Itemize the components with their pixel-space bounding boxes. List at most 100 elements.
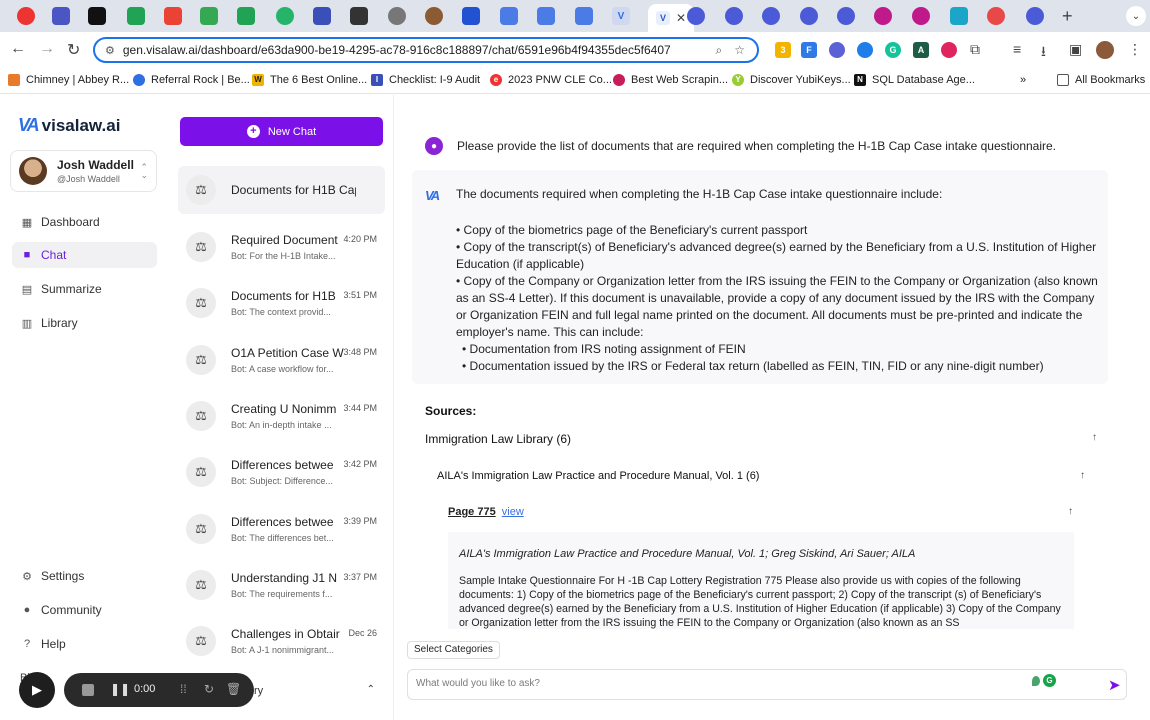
chat-list-item[interactable]: ⚖ Challenges in Obtair Dec 26 Bot: A J-1… (178, 617, 385, 665)
arrow-up-icon[interactable]: ↑ (1068, 506, 1073, 517)
send-icon[interactable]: ➤ (1108, 676, 1121, 694)
close-tab-icon[interactable]: ✕ (676, 11, 686, 25)
tab-favicon[interactable] (425, 7, 443, 25)
chat-list-item[interactable]: ⚖ Required Document 4:20 PM Bot: For the… (178, 223, 385, 271)
tab-favicon[interactable] (17, 7, 35, 25)
back-icon[interactable]: ← (10, 40, 26, 58)
profile-avatar-icon[interactable] (1096, 41, 1114, 59)
tab-favicon[interactable] (127, 7, 145, 25)
side-panel-icon[interactable]: ▣ (1069, 41, 1082, 58)
chat-list-item[interactable]: ⚖ Documents for H1B Cap (178, 166, 385, 214)
bookmark-item[interactable]: Best Web Scrapin... (613, 74, 728, 86)
tab-favicon[interactable] (462, 7, 480, 25)
tab-favicon[interactable] (950, 7, 968, 25)
view-source-link[interactable]: view (502, 506, 524, 518)
tab-favicon[interactable] (874, 7, 892, 25)
tab-favicon[interactable] (200, 7, 218, 25)
new-chat-button[interactable]: + New Chat (180, 117, 383, 146)
extension-icon[interactable]: 3 (775, 42, 791, 58)
gavel-icon: ⚖ (186, 401, 216, 431)
chat-list-item[interactable]: ⚖ Differences betwee 3:42 PM Bot: Subjec… (178, 448, 385, 496)
tab-favicon[interactable] (837, 7, 855, 25)
visalaw-logo[interactable]: VA visalaw.ai (18, 115, 120, 136)
url-text: gen.visalaw.ai/dashboard/e63da900-be19-4… (122, 43, 671, 57)
arrow-up-icon[interactable]: ↑ (1092, 432, 1097, 443)
tab-favicon[interactable] (687, 7, 705, 25)
download-icon[interactable]: ⭳ (1041, 41, 1046, 65)
nav-dashboard[interactable]: ▦ Dashboard (12, 209, 157, 235)
tab-favicon[interactable] (762, 7, 780, 25)
drag-handle-icon[interactable]: ⁞⁞ (180, 682, 187, 696)
bookmark-item[interactable]: Y Discover YubiKeys... (732, 74, 851, 86)
source-library-accordion[interactable]: Immigration Law Library (6) ↑ (425, 432, 1097, 446)
bookmark-item[interactable]: W The 6 Best Online... (252, 74, 367, 86)
tab-search-icon[interactable]: ⌄ (1126, 6, 1146, 26)
extension-icon[interactable] (941, 42, 957, 58)
media-controls-icon[interactable]: ≡ (1013, 41, 1021, 57)
tab-favicon[interactable] (388, 7, 406, 25)
arrow-up-icon[interactable]: ↑ (1080, 470, 1085, 481)
chat-input[interactable] (416, 678, 1016, 689)
tab-favicon[interactable] (237, 7, 255, 25)
nav-chat[interactable]: ■ Chat (12, 242, 157, 268)
chat-list-item[interactable]: ⚖ O1A Petition Case W 3:48 PM Bot: A cas… (178, 336, 385, 384)
stop-record-icon[interactable] (82, 684, 94, 696)
extension-icon[interactable]: F (801, 42, 817, 58)
grammarly-icon[interactable]: G (885, 42, 901, 58)
extension-icon[interactable]: A (913, 42, 929, 58)
camera-icon[interactable]: ▶ (19, 672, 55, 708)
tab-favicon[interactable] (88, 7, 106, 25)
tab-favicon[interactable] (725, 7, 743, 25)
bookmark-item[interactable]: Referral Rock | Be... (133, 74, 250, 86)
source-page-accordion[interactable]: Page 775 view ↑ (448, 506, 1073, 518)
source-book-accordion[interactable]: AILA's Immigration Law Practice and Proc… (437, 470, 1085, 482)
user-switcher[interactable]: Josh Waddell @Josh Waddell ⌃ ⌄ (10, 150, 157, 192)
pause-icon[interactable]: ❚❚ (110, 682, 130, 696)
reload-icon[interactable]: ↻ (67, 40, 80, 60)
chat-list-item[interactable]: ⚖ Documents for H1B 3:51 PM Bot: The con… (178, 279, 385, 327)
tab-favicon[interactable] (52, 7, 70, 25)
tab-favicon[interactable] (987, 7, 1005, 25)
chat-input-container[interactable]: G ➤ (407, 669, 1127, 700)
nav-settings[interactable]: ⚙ Settings (12, 563, 157, 589)
tab-favicon[interactable] (313, 7, 331, 25)
tab-favicon[interactable]: V (612, 7, 630, 25)
tab-favicon[interactable] (276, 7, 294, 25)
location-pin-icon[interactable] (1032, 676, 1040, 686)
new-tab-icon[interactable]: + (1062, 6, 1073, 27)
address-bar[interactable]: ⚙ gen.visalaw.ai/dashboard/e63da900-be19… (93, 37, 759, 63)
tab-favicon[interactable] (164, 7, 182, 25)
bookmark-item[interactable]: e 2023 PNW CLE Co... (490, 74, 612, 86)
restart-icon[interactable]: ↻ (204, 682, 214, 696)
bookmark-item[interactable]: I Checklist: I-9 Audit (371, 74, 480, 86)
tab-favicon[interactable] (350, 7, 368, 25)
nav-summarize[interactable]: ▤ Summarize (12, 276, 157, 302)
tab-favicon[interactable] (912, 7, 930, 25)
nav-help[interactable]: ? Help (12, 631, 157, 657)
extension-icon[interactable] (857, 42, 873, 58)
all-bookmarks[interactable]: All Bookmarks (1057, 74, 1145, 86)
browser-menu-icon[interactable]: ⋮ (1128, 41, 1142, 58)
trash-icon[interactable]: 🗑 (226, 682, 241, 696)
more-bookmarks-icon[interactable]: » (1020, 74, 1026, 86)
tab-favicon[interactable] (575, 7, 593, 25)
tab-favicon[interactable] (537, 7, 555, 25)
tab-favicon[interactable] (500, 7, 518, 25)
nav-library[interactable]: ▥ Library (12, 310, 157, 336)
tab-favicon[interactable] (800, 7, 818, 25)
select-categories-button[interactable]: Select Categories (407, 641, 500, 659)
nav-community[interactable]: ● Community (12, 597, 157, 623)
extensions-puzzle-icon[interactable]: ⧉ (970, 41, 980, 58)
chat-list-item[interactable]: ⚖ Understanding J1 N 3:37 PM Bot: The re… (178, 561, 385, 609)
grammarly-icon[interactable]: G (1043, 674, 1056, 687)
chat-list-item[interactable]: ⚖ Differences betwee 3:39 PM Bot: The di… (178, 505, 385, 553)
bookmark-item[interactable]: N SQL Database Age... (854, 74, 975, 86)
zoom-search-icon[interactable]: ⌕ (716, 43, 723, 58)
forward-icon[interactable]: → (39, 40, 55, 58)
bookmark-star-icon[interactable]: ☆ (734, 43, 745, 57)
tab-favicon[interactable] (1026, 7, 1044, 25)
chat-list-item[interactable]: ⚖ Creating U Nonimm 3:44 PM Bot: An in-d… (178, 392, 385, 440)
bookmark-item[interactable]: Chimney | Abbey R... (8, 74, 129, 86)
extension-icon[interactable] (829, 42, 845, 58)
site-info-icon[interactable]: ⚙ (105, 44, 115, 57)
